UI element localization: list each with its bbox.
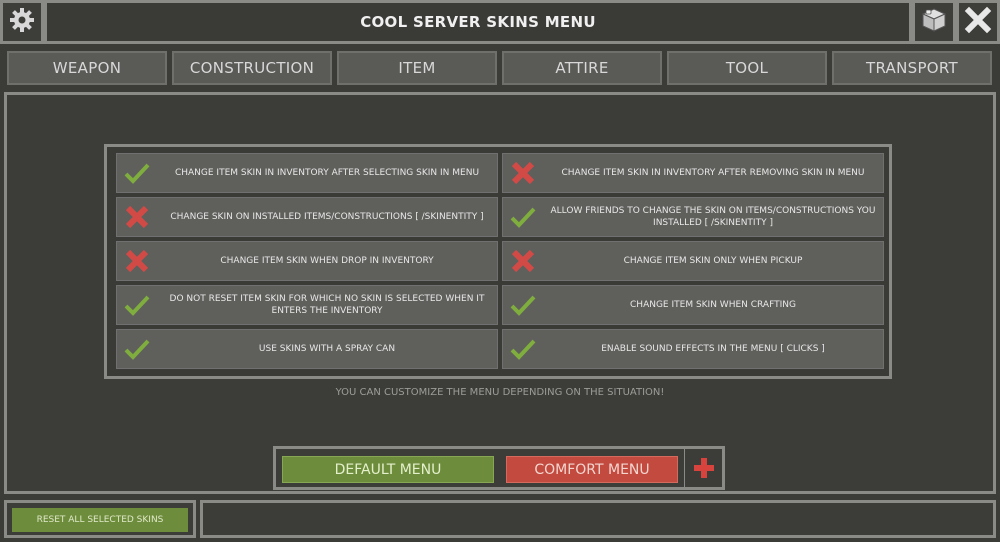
- option-label: CHANGE SKIN ON INSTALLED ITEMS/CONSTRUCT…: [170, 212, 484, 222]
- default-menu-button[interactable]: DEFAULT MENU: [282, 456, 494, 483]
- cross-icon: [117, 241, 157, 281]
- option-toggle[interactable]: CHANGE ITEM SKIN WHEN CRAFTING: [502, 285, 884, 325]
- menu-preset-bar: DEFAULT MENU COMFORT MENU: [273, 446, 725, 490]
- option-toggle[interactable]: ALLOW FRIENDS TO CHANGE THE SKIN ON ITEM…: [502, 197, 884, 237]
- option-label: ENABLE SOUND EFFECTS IN THE MENU [ CLICK…: [601, 344, 825, 354]
- settings-button[interactable]: [0, 0, 44, 44]
- title-bar: COOL SERVER SKINS MENU: [44, 0, 912, 44]
- option-toggle[interactable]: CHANGE ITEM SKIN WHEN DROP IN INVENTORY: [116, 241, 498, 281]
- option-toggle[interactable]: CHANGE ITEM SKIN ONLY WHEN PICKUP: [502, 241, 884, 281]
- option-toggle[interactable]: DO NOT RESET ITEM SKIN FOR WHICH NO SKIN…: [116, 285, 498, 325]
- option-label: CHANGE ITEM SKIN WHEN DROP IN INVENTORY: [220, 256, 434, 266]
- category-tabs: WEAPON CONSTRUCTION ITEM ATTIRE TOOL TRA…: [4, 48, 996, 90]
- close-icon: [964, 6, 992, 38]
- add-menu-button[interactable]: [688, 456, 720, 483]
- check-icon: [117, 153, 157, 193]
- tab-weapon[interactable]: WEAPON: [7, 51, 167, 85]
- check-icon: [503, 197, 543, 237]
- tab-attire[interactable]: ATTIRE: [502, 51, 662, 85]
- option-label: ALLOW FRIENDS TO CHANGE THE SKIN ON ITEM…: [550, 206, 876, 228]
- tab-transport[interactable]: TRANSPORT: [832, 51, 992, 85]
- tab-construction[interactable]: CONSTRUCTION: [172, 51, 332, 85]
- cross-icon: [503, 241, 543, 281]
- tab-item[interactable]: ITEM: [337, 51, 497, 85]
- comfort-menu-button[interactable]: COMFORT MENU: [506, 456, 678, 483]
- hint-text: YOU CAN CUSTOMIZE THE MENU DEPENDING ON …: [335, 387, 665, 398]
- options-grid: CHANGE ITEM SKIN IN INVENTORY AFTER SELE…: [104, 144, 892, 379]
- plus-icon: [692, 456, 716, 484]
- cube-icon: [920, 6, 948, 38]
- option-label: USE SKINS WITH A SPRAY CAN: [258, 344, 396, 354]
- check-icon: [503, 285, 543, 325]
- check-icon: [117, 329, 157, 369]
- option-toggle[interactable]: USE SKINS WITH A SPRAY CAN: [116, 329, 498, 369]
- option-toggle[interactable]: CHANGE ITEM SKIN IN INVENTORY AFTER SELE…: [116, 153, 498, 193]
- option-label: CHANGE ITEM SKIN ONLY WHEN PICKUP: [623, 256, 803, 266]
- option-label: CHANGE ITEM SKIN WHEN CRAFTING: [630, 300, 796, 310]
- page-title: COOL SERVER SKINS MENU: [360, 13, 596, 31]
- cross-icon: [503, 153, 543, 193]
- option-label: DO NOT RESET ITEM SKIN FOR WHICH NO SKIN…: [169, 294, 485, 316]
- tab-tool[interactable]: TOOL: [667, 51, 827, 85]
- footer-right: [200, 500, 996, 538]
- option-label: CHANGE ITEM SKIN IN INVENTORY AFTER SELE…: [174, 168, 480, 178]
- option-toggle[interactable]: CHANGE ITEM SKIN IN INVENTORY AFTER REMO…: [502, 153, 884, 193]
- cross-icon: [117, 197, 157, 237]
- check-icon: [503, 329, 543, 369]
- reset-skins-button[interactable]: RESET ALL SELECTED SKINS: [12, 508, 188, 532]
- check-icon: [117, 285, 157, 325]
- close-button[interactable]: [956, 0, 1000, 44]
- option-toggle[interactable]: ENABLE SOUND EFFECTS IN THE MENU [ CLICK…: [502, 329, 884, 369]
- option-toggle[interactable]: CHANGE SKIN ON INSTALLED ITEMS/CONSTRUCT…: [116, 197, 498, 237]
- gear-icon: [8, 6, 36, 38]
- cube-button[interactable]: [912, 0, 956, 44]
- footer-left: RESET ALL SELECTED SKINS: [4, 500, 196, 538]
- option-label: CHANGE ITEM SKIN IN INVENTORY AFTER REMO…: [561, 168, 865, 178]
